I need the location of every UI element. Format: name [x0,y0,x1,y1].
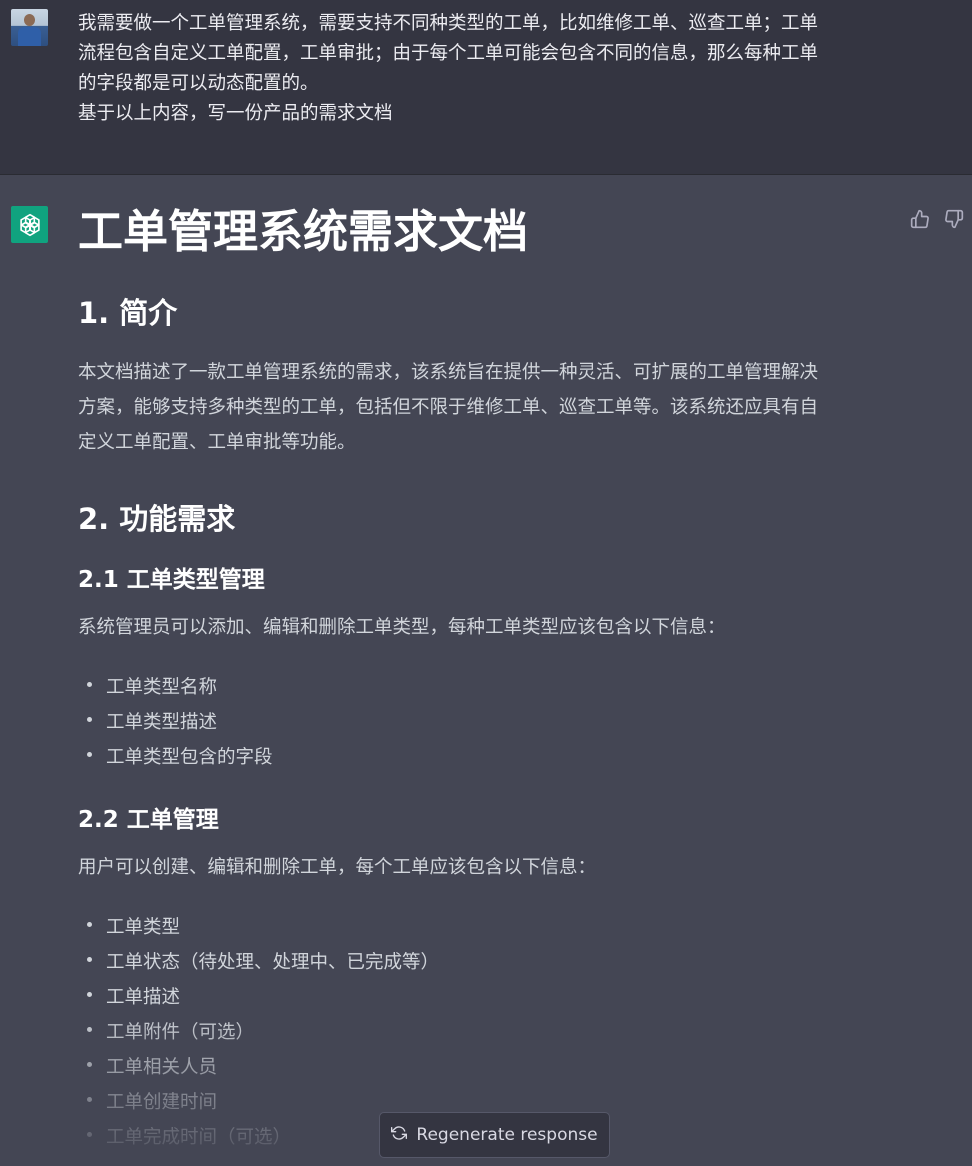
feedback-buttons [910,209,964,229]
regenerate-label: Regenerate response [416,1125,598,1145]
list-item: 工单状态（待处理、处理中、已完成等） [78,945,439,980]
list-item: 工单类型名称 [78,670,273,705]
subsection-heading-type-mgmt: 2.1 工单类型管理 [78,567,265,593]
intro-line: 方案，能够支持多种类型的工单，包括但不限于维修工单、巡查工单等。该系统还应具有自 [78,397,819,418]
openai-logo-icon [11,206,48,243]
type-mgmt-list: 工单类型名称 工单类型描述 工单类型包含的字段 [78,670,273,775]
list-item: 工单附件（可选） [78,1015,439,1050]
section-heading-functional: 2. 功能需求 [78,502,236,536]
refresh-icon [391,1125,408,1146]
section-heading-intro: 1. 简介 [78,296,178,330]
intro-line: 定义工单配置、工单审批等功能。 [78,432,356,453]
user-message-text: 我需要做一个工单管理系统，需要支持不同种类型的工单，比如维修工单、巡查工单；工单… [78,9,888,129]
assistant-message-block: 工单管理系统需求文档 1. 简介 本文档描述了一款工单管理系统的需求，该系统旨在… [0,175,972,1166]
thumbs-down-icon[interactable] [944,209,964,229]
user-message-line: 的字段都是可以动态配置的。 [78,73,319,94]
regenerate-response-button[interactable]: Regenerate response [379,1112,610,1158]
order-mgmt-description: 用户可以创建、编辑和删除工单，每个工单应该包含以下信息： [78,857,597,878]
user-avatar [11,9,48,46]
list-item: 工单类型描述 [78,705,273,740]
list-item: 工单描述 [78,980,439,1015]
list-item: 工单相关人员 [78,1050,439,1085]
thumbs-up-icon[interactable] [910,209,930,229]
type-mgmt-description: 系统管理员可以添加、编辑和删除工单类型，每种工单类型应该包含以下信息： [78,617,726,638]
list-item: 工单类型 [78,910,439,945]
list-item: 工单类型包含的字段 [78,740,273,775]
user-message-line: 流程包含自定义工单配置，工单审批；由于每个工单可能会包含不同的信息，那么每种工单 [78,43,819,64]
user-message-line: 基于以上内容，写一份产品的需求文档 [78,103,393,124]
subsection-heading-order-mgmt: 2.2 工单管理 [78,807,219,833]
user-message-line: 我需要做一个工单管理系统，需要支持不同种类型的工单，比如维修工单、巡查工单；工单 [78,13,819,34]
document-title: 工单管理系统需求文档 [78,205,529,258]
user-message-block: 我需要做一个工单管理系统，需要支持不同种类型的工单，比如维修工单、巡查工单；工单… [0,0,972,175]
intro-line: 本文档描述了一款工单管理系统的需求，该系统旨在提供一种灵活、可扩展的工单管理解决 [78,362,819,383]
intro-paragraph: 本文档描述了一款工单管理系统的需求，该系统旨在提供一种灵活、可扩展的工单管理解决… [78,355,888,460]
